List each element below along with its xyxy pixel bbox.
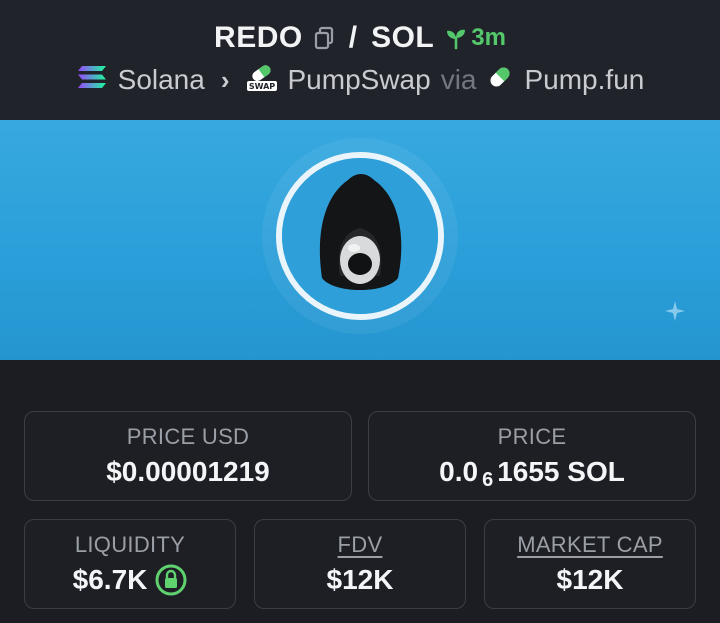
price-usd-value: $0.00001219 bbox=[106, 456, 270, 487]
pair-title-row: REDO / SOL 3m bbox=[0, 18, 720, 58]
solana-logo-icon bbox=[76, 64, 108, 97]
hooded-figure-icon bbox=[282, 158, 438, 314]
market-cap-label[interactable]: MARKET CAP bbox=[517, 532, 663, 558]
chevron-right-icon: › bbox=[220, 64, 230, 95]
chain-link[interactable]: Solana bbox=[118, 64, 205, 96]
quote-token-symbol: SOL bbox=[371, 21, 435, 54]
sparkle-icon bbox=[665, 301, 685, 321]
price-native-label: PRICE bbox=[497, 424, 567, 449]
copy-icon[interactable] bbox=[313, 26, 335, 50]
pumpswap-badge-text: SWAP bbox=[248, 82, 274, 91]
pair-header: REDO / SOL 3m Solana › SWAP PumpSwap via… bbox=[0, 0, 720, 120]
sprout-icon bbox=[447, 29, 466, 50]
price-native-zero-count: 6 bbox=[482, 468, 494, 491]
price-usd-label: PRICE USD bbox=[126, 424, 250, 449]
price-native-value: 0.0 6 1655 SOL bbox=[439, 456, 625, 491]
pair-separator: / bbox=[348, 21, 358, 54]
fdv-label[interactable]: FDV bbox=[338, 532, 383, 558]
fdv-value: $12K bbox=[326, 564, 394, 595]
route-row: Solana › SWAP PumpSwap via Pump.fun bbox=[0, 60, 720, 100]
pair-age-text: 3m bbox=[471, 24, 506, 51]
liquidity-value-row: $6.7K bbox=[73, 564, 188, 596]
via-label: via bbox=[440, 64, 477, 95]
market-cap-value: $12K bbox=[556, 564, 624, 595]
dex-link[interactable]: PumpSwap bbox=[288, 64, 431, 96]
base-token-symbol: REDO bbox=[214, 21, 303, 54]
price-native-prefix: 0.0 bbox=[439, 456, 479, 487]
liquidity-value: $6.7K bbox=[72, 564, 148, 595]
price-usd-card: PRICE USD $0.00001219 bbox=[24, 411, 352, 501]
token-avatar bbox=[276, 152, 444, 320]
lock-icon[interactable] bbox=[155, 564, 187, 596]
market-cap-card[interactable]: MARKET CAP $12K bbox=[484, 519, 696, 609]
stats-panel: PRICE USD $0.00001219 PRICE 0.0 6 1655 S… bbox=[0, 360, 720, 623]
fdv-card[interactable]: FDV $12K bbox=[254, 519, 466, 609]
pill-icon bbox=[486, 63, 514, 98]
pumpswap-logo-icon: SWAP bbox=[246, 62, 278, 99]
liquidity-label: LIQUIDITY bbox=[74, 532, 186, 557]
price-native-card: PRICE 0.0 6 1655 SOL bbox=[368, 411, 696, 501]
pair-age: 3m bbox=[444, 24, 506, 52]
price-native-suffix: 1655 SOL bbox=[497, 456, 625, 487]
launchpad-link[interactable]: Pump.fun bbox=[524, 64, 644, 96]
liquidity-card: LIQUIDITY $6.7K bbox=[24, 519, 236, 609]
